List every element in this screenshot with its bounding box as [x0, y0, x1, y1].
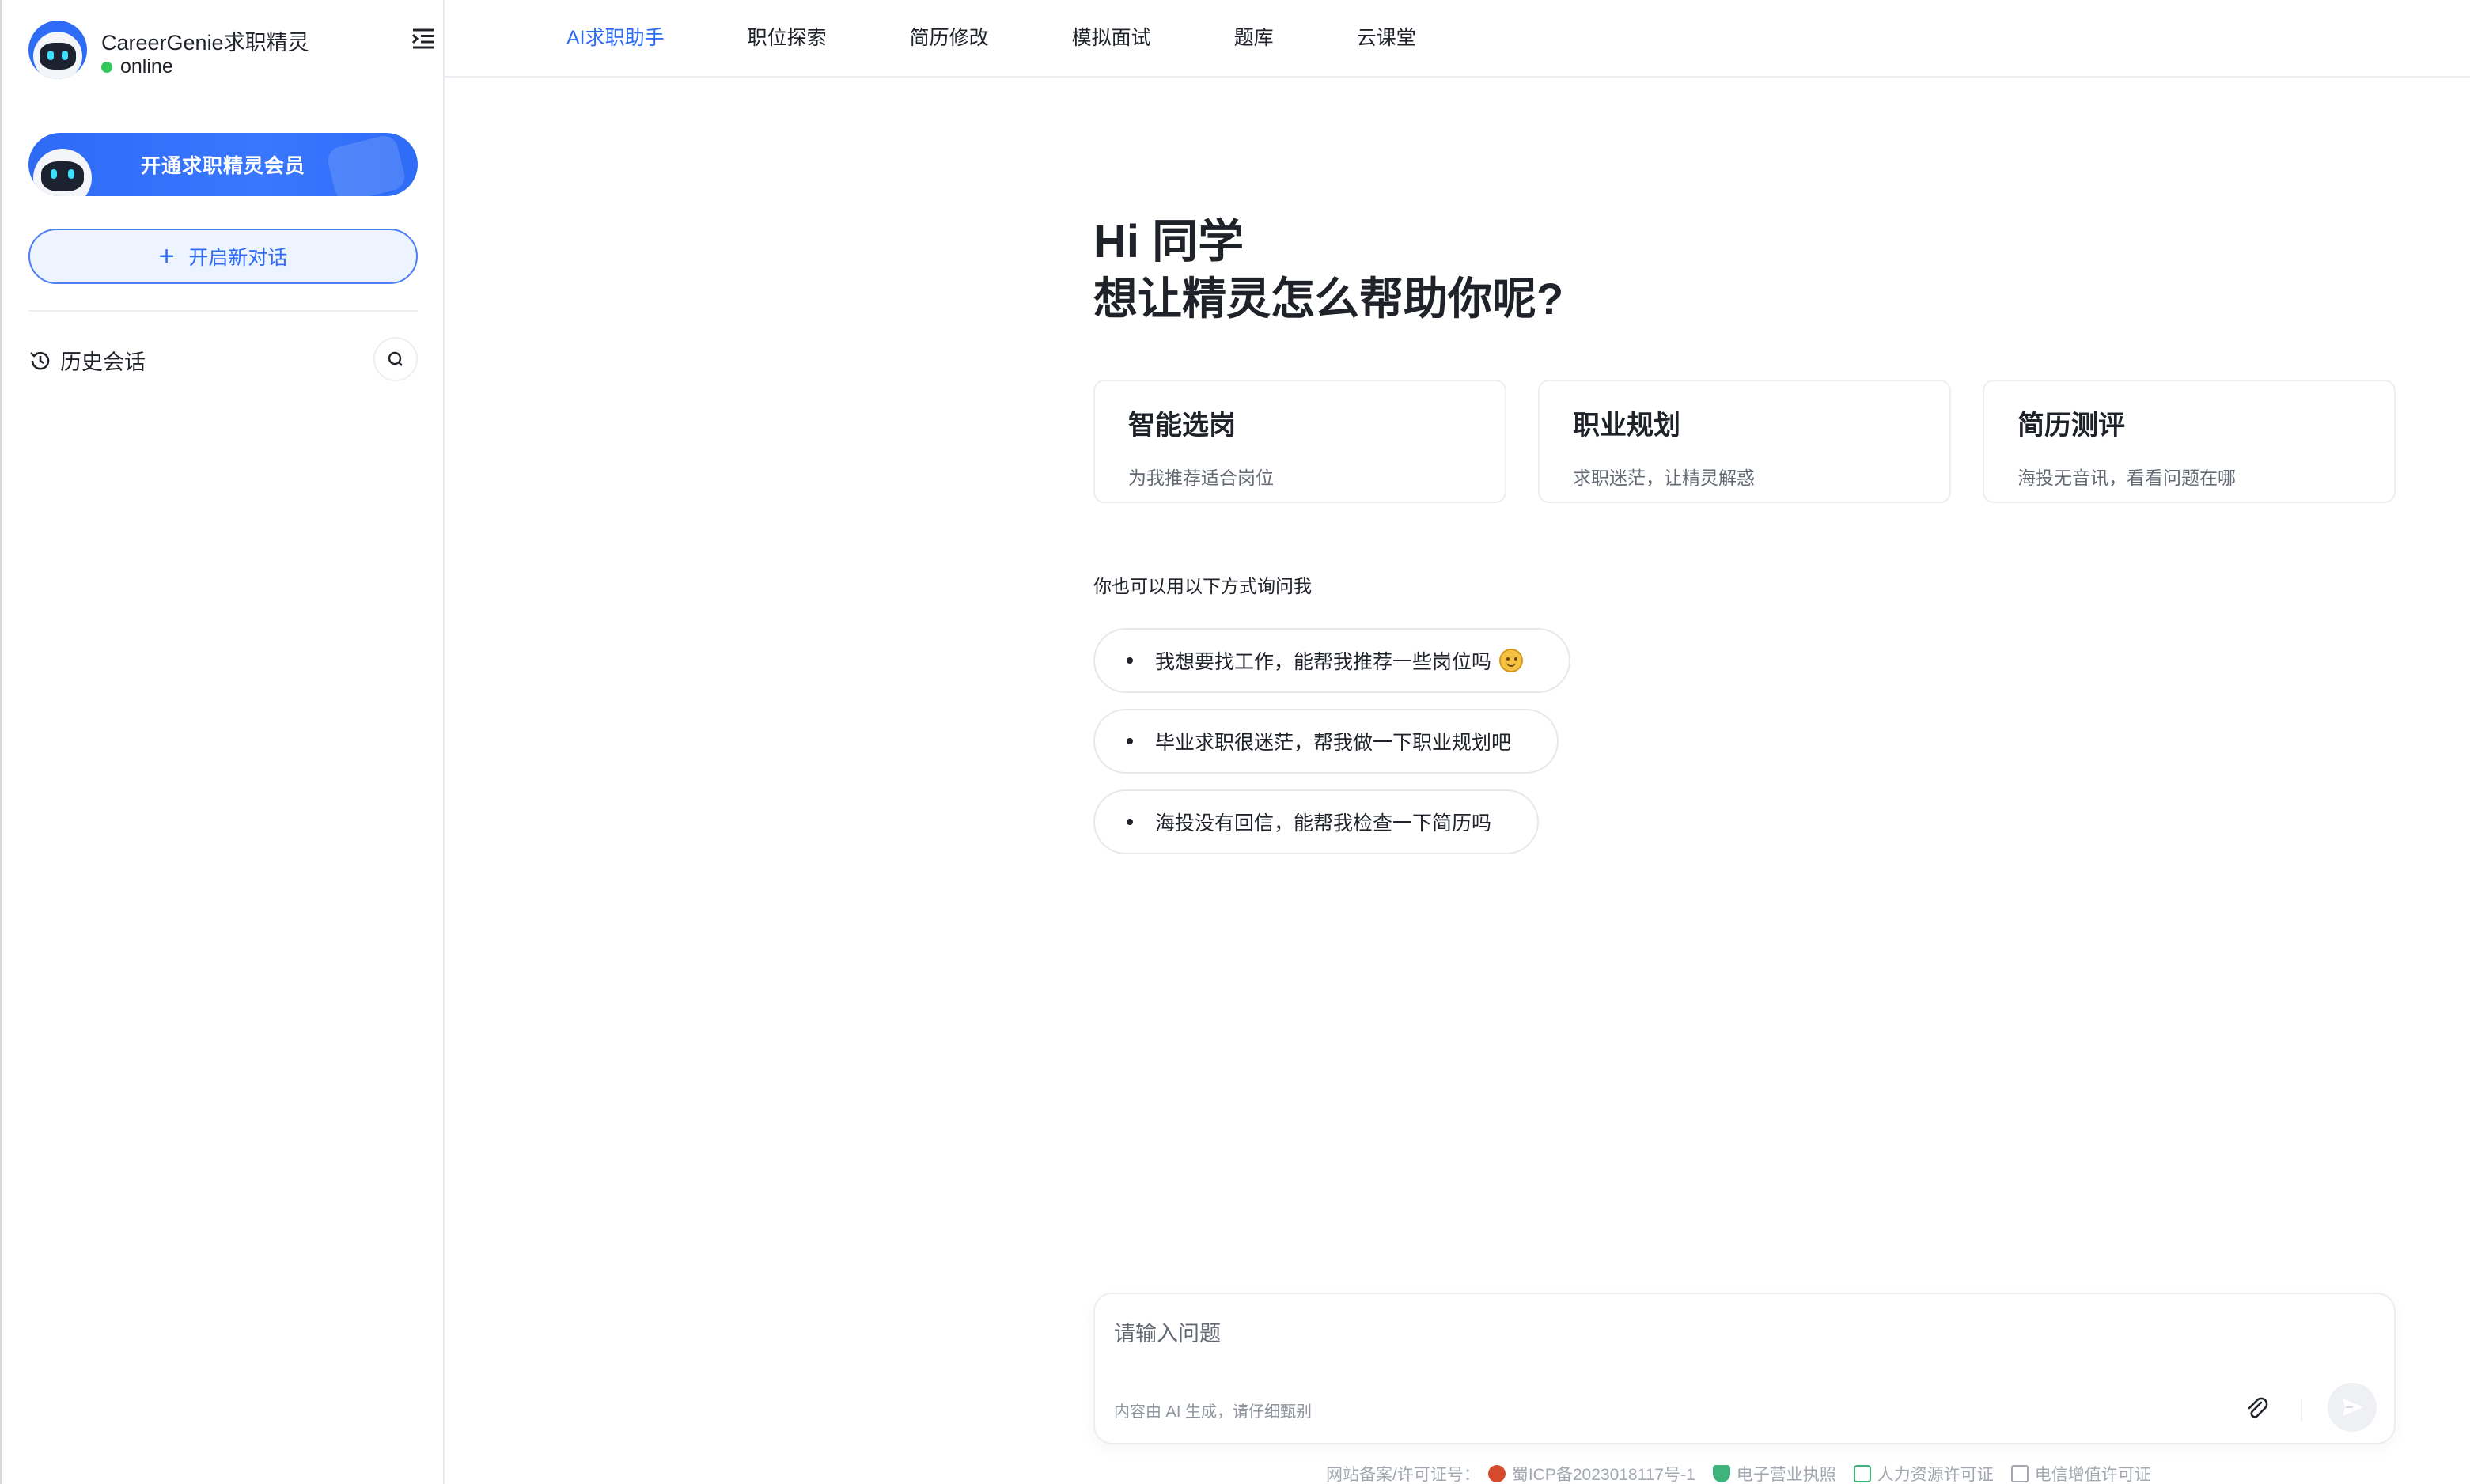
- bullet-icon: [1127, 819, 1133, 825]
- ask-hint: 你也可以用以下方式询问我: [1093, 576, 1312, 596]
- robot-mascot-icon: [32, 144, 98, 196]
- input-divider: [2301, 1399, 2302, 1421]
- icp-text: 蜀ICP备2023018117号-1: [1511, 1466, 1695, 1484]
- certificate-icon: [1853, 1465, 1871, 1482]
- card-subtitle: 海投无音讯，看看问题在哪: [2017, 468, 2236, 488]
- tab-cloud-class[interactable]: 云课堂: [1357, 22, 1416, 51]
- top-navigation: AI求职助手 职位探索 简历修改 模拟面试 题库 云课堂: [445, 0, 2470, 78]
- tab-question-bank[interactable]: 题库: [1234, 22, 1274, 51]
- brand-header: CareerGenie求职精灵 online: [28, 21, 424, 84]
- new-chat-label: 开启新对话: [188, 247, 288, 269]
- bullet-icon: [1127, 657, 1133, 664]
- suggestion-chip[interactable]: 毕业求职很迷茫，帮我做一下职业规划吧: [1093, 709, 1559, 774]
- card-subtitle: 求职迷茫，让精灵解惑: [1573, 468, 1755, 488]
- suggestion-text: 毕业求职很迷茫，帮我做一下职业规划吧: [1155, 732, 1512, 754]
- tab-job-explore[interactable]: 职位探索: [748, 22, 827, 51]
- footer-prefix: 网站备案/许可证号：: [1326, 1466, 1480, 1484]
- vip-membership-button[interactable]: 开通求职精灵会员: [28, 133, 418, 196]
- vip-button-label: 开通求职精灵会员: [140, 155, 305, 177]
- checkmark-badge-icon: [324, 133, 408, 196]
- shield-icon: [1712, 1465, 1730, 1482]
- icp-link[interactable]: 蜀ICP备2023018117号-1: [1487, 1462, 1695, 1484]
- ai-disclaimer: 内容由 AI 生成，请仔细甄别: [1114, 1403, 1313, 1421]
- card-resume-review[interactable]: 简历测评 海投无音讯，看看问题在哪: [1983, 380, 2396, 503]
- smile-emoji-icon: [1499, 649, 1524, 672]
- card-career-planning[interactable]: 职业规划 求职迷茫，让精灵解惑: [1538, 380, 1951, 503]
- attach-file-button[interactable]: [2239, 1391, 2275, 1427]
- tab-resume-edit[interactable]: 简历修改: [910, 22, 989, 51]
- send-button[interactable]: [2328, 1383, 2377, 1432]
- history-label: 历史会话: [60, 350, 146, 374]
- suggestion-chip[interactable]: 我想要找工作，能帮我推荐一些岗位吗: [1093, 628, 1571, 693]
- nav-tabs: AI求职助手 职位探索 简历修改 模拟面试 题库 云课堂: [566, 22, 1499, 51]
- online-dot-icon: [101, 61, 112, 73]
- plus-icon: +: [158, 241, 175, 271]
- main-content: Hi 同学 想让精灵怎么帮助你呢? 智能选岗 为我推荐适合岗位 职业规划 求职迷…: [1093, 214, 2396, 854]
- history-section: 历史会话: [28, 337, 418, 381]
- send-icon: [2343, 1399, 2362, 1416]
- chat-input-box: 内容由 AI 生成，请仔细甄别: [1093, 1293, 2396, 1444]
- police-badge-icon: [1487, 1465, 1506, 1482]
- greeting-title: Hi 同学: [1093, 216, 1244, 267]
- avatar: [28, 21, 87, 79]
- business-license-link[interactable]: 电子营业执照: [1712, 1462, 1836, 1484]
- online-status: online: [101, 55, 173, 78]
- card-title: 简历测评: [2017, 411, 2125, 441]
- card-subtitle: 为我推荐适合岗位: [1128, 468, 1274, 488]
- card-smart-job-select[interactable]: 智能选岗 为我推荐适合岗位: [1093, 380, 1506, 503]
- business-license-text: 电子营业执照: [1736, 1466, 1836, 1484]
- paperclip-icon: [2248, 1397, 2268, 1418]
- card-title: 职业规划: [1573, 411, 1680, 441]
- bullet-icon: [1127, 738, 1133, 744]
- card-title: 智能选岗: [1128, 411, 1236, 441]
- sidebar-divider: [28, 310, 418, 312]
- footer: 网站备案/许可证号： 蜀ICP备2023018117号-1 电子营业执照 人力资…: [1326, 1462, 2169, 1484]
- document-icon: [2010, 1465, 2029, 1482]
- hr-license-text: 人力资源许可证: [1877, 1466, 1994, 1484]
- question-input[interactable]: [1114, 1316, 2301, 1351]
- search-history-button[interactable]: [373, 337, 418, 381]
- sidebar: CareerGenie求职精灵 online 开通求职精灵会员 + 开启新对话: [0, 0, 445, 1484]
- tab-mock-interview[interactable]: 模拟面试: [1072, 22, 1151, 51]
- suggestion-text: 海投没有回信，能帮我检查一下简历吗: [1155, 812, 1492, 835]
- telecom-license-text: 电信增值许可证: [2034, 1466, 2151, 1484]
- new-chat-button[interactable]: + 开启新对话: [28, 229, 418, 284]
- search-icon: [388, 351, 403, 366]
- status-text: online: [120, 55, 173, 78]
- brand-name: CareerGenie求职精灵: [101, 31, 309, 55]
- suggestion-chip[interactable]: 海投没有回信，能帮我检查一下简历吗: [1093, 789, 1540, 854]
- telecom-license-link[interactable]: 电信增值许可证: [2010, 1462, 2151, 1484]
- suggestion-text: 我想要找工作，能帮我推荐一些岗位吗: [1155, 651, 1492, 673]
- hr-license-link[interactable]: 人力资源许可证: [1853, 1462, 1994, 1484]
- collapse-sidebar-icon[interactable]: [410, 25, 437, 52]
- feature-cards: 智能选岗 为我推荐适合岗位 职业规划 求职迷茫，让精灵解惑 简历测评 海投无音讯…: [1093, 380, 2396, 503]
- history-clock-icon: [30, 351, 50, 369]
- tab-ai-assistant[interactable]: AI求职助手: [566, 22, 665, 51]
- history-toggle[interactable]: 历史会话: [28, 345, 146, 376]
- greeting-subtitle: 想让精灵怎么帮助你呢?: [1093, 274, 1564, 324]
